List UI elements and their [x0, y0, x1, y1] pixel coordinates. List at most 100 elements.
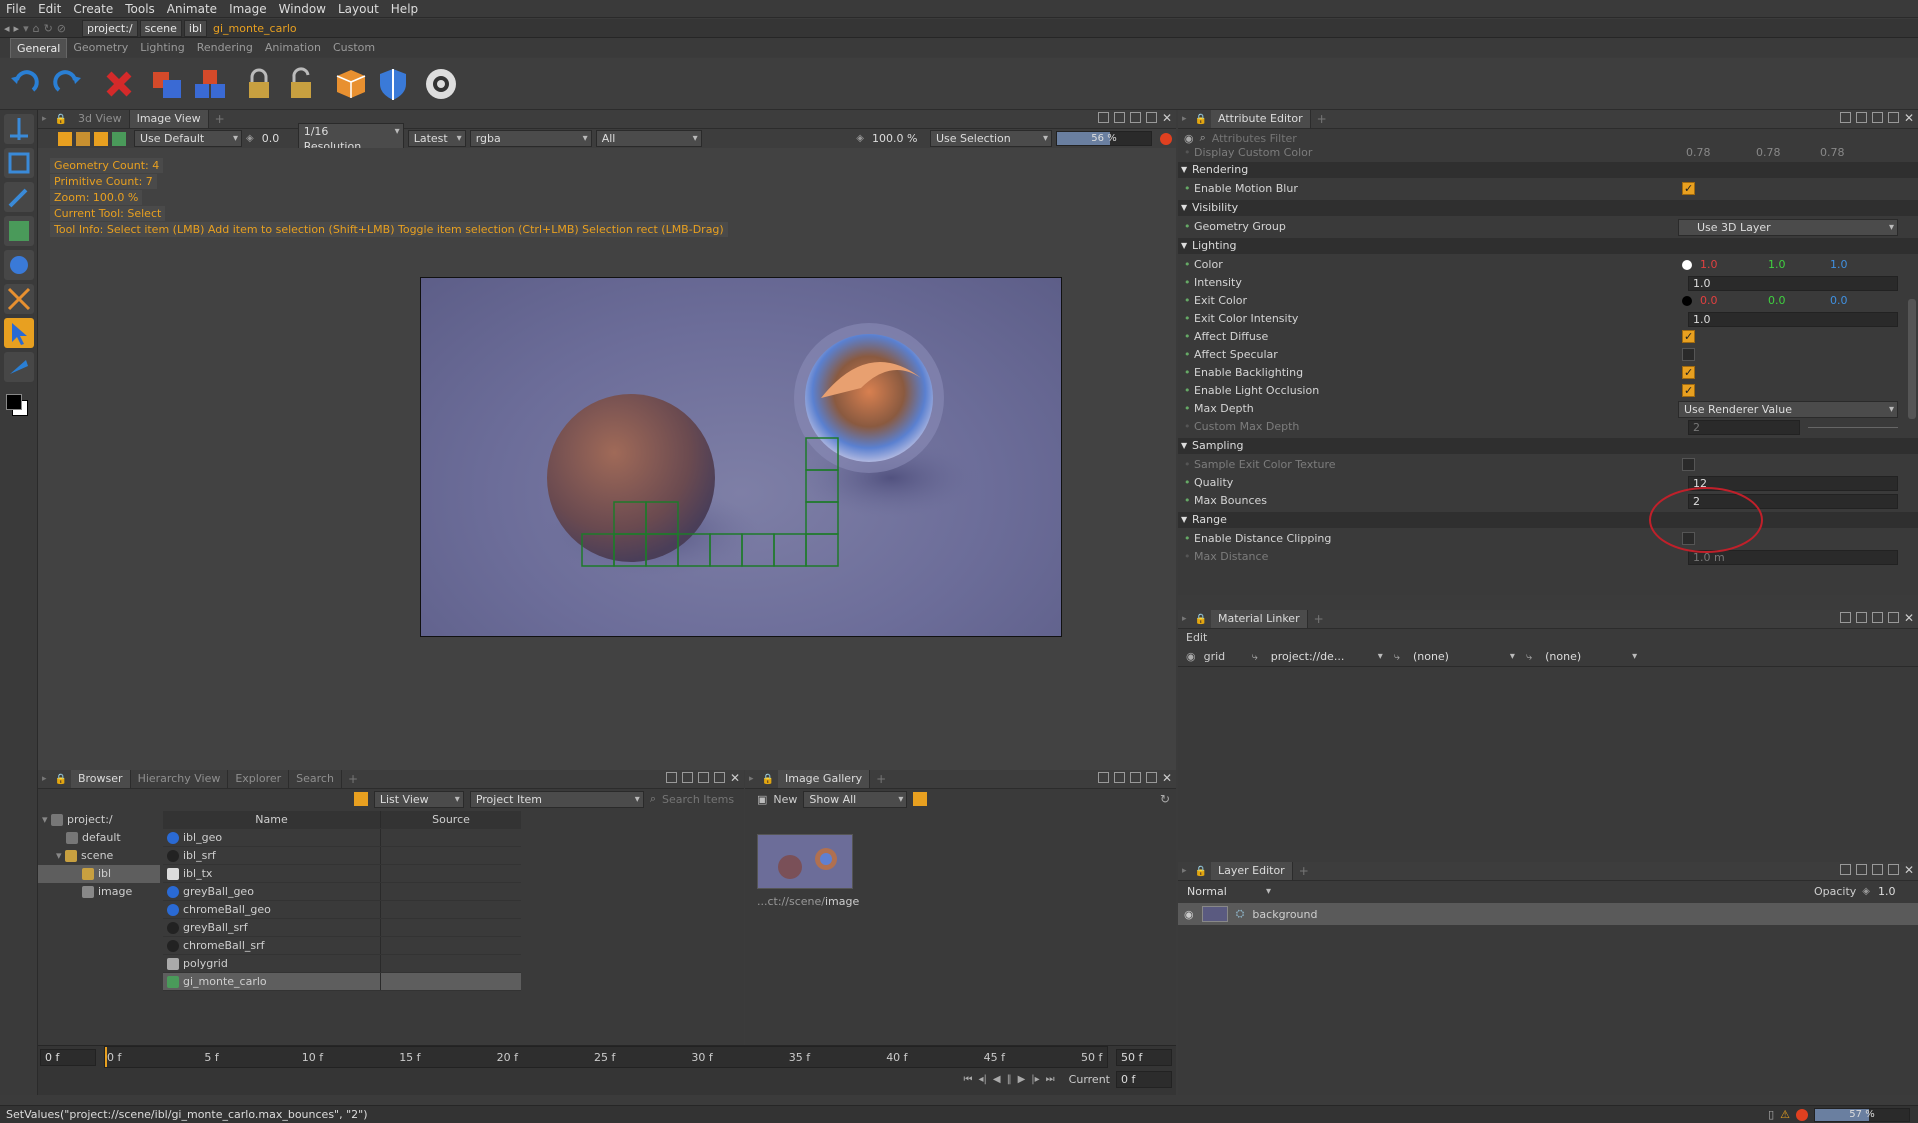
- play-back-icon[interactable]: ◀: [993, 1074, 1001, 1085]
- add-tab-icon[interactable]: +: [342, 772, 364, 786]
- max-distance-field[interactable]: 1.0 m: [1688, 550, 1898, 565]
- split-h-icon[interactable]: [1113, 772, 1125, 783]
- tree-item[interactable]: default: [38, 829, 160, 847]
- delete-icon[interactable]: [101, 66, 137, 102]
- rendered-image[interactable]: [420, 277, 1062, 637]
- close-icon[interactable]: ✕: [730, 772, 740, 784]
- exit-intensity-field[interactable]: 1.0: [1688, 312, 1898, 327]
- add-tab-icon[interactable]: +: [1311, 112, 1333, 126]
- tree-item[interactable]: ▾ scene: [38, 847, 160, 865]
- tab-search[interactable]: Search: [289, 770, 342, 788]
- warning-icon[interactable]: ⚠: [1780, 1108, 1790, 1121]
- add-tab-icon[interactable]: +: [209, 112, 231, 126]
- link-icon[interactable]: ⤷: [1252, 650, 1258, 664]
- duplicate-icon[interactable]: [149, 66, 185, 102]
- select-tool-icon[interactable]: [4, 318, 34, 348]
- exposure-field[interactable]: 0.0: [258, 131, 294, 146]
- link-icon[interactable]: ⤷: [1394, 650, 1400, 664]
- split-h-icon[interactable]: [1855, 612, 1867, 623]
- maximize-icon[interactable]: [1145, 772, 1157, 783]
- menu-animate[interactable]: Animate: [161, 0, 223, 18]
- move-tool-icon[interactable]: [4, 114, 34, 144]
- shelf-tab-animation[interactable]: Animation: [259, 38, 327, 57]
- undo-icon[interactable]: [7, 66, 43, 102]
- back-icon[interactable]: ◂: [4, 22, 10, 35]
- browser-search-input[interactable]: [662, 792, 736, 806]
- table-row[interactable]: ibl_srf: [163, 847, 521, 865]
- eye-icon[interactable]: ◉: [1184, 908, 1194, 921]
- exit-b-value[interactable]: 0.0: [1830, 292, 1848, 310]
- lock-panel-icon[interactable]: 🔒: [51, 114, 71, 125]
- refresh-icon[interactable]: ↻: [44, 22, 53, 35]
- new-image-icon[interactable]: ▣: [757, 793, 767, 806]
- collapse-icon[interactable]: ▸: [1178, 614, 1191, 624]
- layer-select[interactable]: All: [595, 130, 702, 147]
- table-row[interactable]: ibl_tx: [163, 865, 521, 883]
- shelf-tab-lighting[interactable]: Lighting: [134, 38, 190, 57]
- shelf-tab-rendering[interactable]: Rendering: [191, 38, 259, 57]
- split-v-icon[interactable]: [1871, 864, 1883, 875]
- attr-scrollbar[interactable]: [1908, 299, 1916, 419]
- channel-r-icon[interactable]: [58, 131, 72, 146]
- collapse-icon[interactable]: ▸: [38, 774, 51, 784]
- section-lighting[interactable]: Lighting: [1178, 238, 1918, 254]
- redo-icon[interactable]: [49, 66, 85, 102]
- item-filter-select[interactable]: Project Item: [469, 790, 644, 808]
- light-tool-icon[interactable]: [4, 250, 34, 280]
- menu-edit[interactable]: Edit: [32, 0, 67, 18]
- play-icon[interactable]: ▶: [1018, 1074, 1026, 1085]
- color-r-value[interactable]: 1.0: [1700, 256, 1718, 274]
- lock-panel-icon[interactable]: 🔒: [1191, 114, 1211, 125]
- breadcrumb-ibl[interactable]: ibl: [183, 19, 208, 37]
- maximize-icon[interactable]: [713, 772, 725, 783]
- pause-icon[interactable]: ‖: [1007, 1074, 1012, 1085]
- collapse-icon[interactable]: ▸: [745, 774, 758, 784]
- color-g-value[interactable]: 1.0: [1768, 256, 1786, 274]
- color-swatch[interactable]: [1682, 260, 1692, 270]
- maximize-icon[interactable]: [1887, 112, 1899, 123]
- col-name[interactable]: Name: [163, 811, 381, 828]
- menu-image[interactable]: Image: [223, 0, 273, 18]
- tab-attribute-editor[interactable]: Attribute Editor: [1210, 110, 1311, 128]
- split-h-icon[interactable]: [1113, 112, 1125, 123]
- section-sampling[interactable]: Sampling: [1178, 438, 1918, 454]
- trash-icon[interactable]: ▯: [1768, 1108, 1774, 1121]
- close-icon[interactable]: ✕: [1162, 112, 1172, 124]
- layer-row[interactable]: ◉ ⛭ background: [1178, 903, 1918, 925]
- light-occlusion-checkbox[interactable]: [1682, 382, 1695, 400]
- affect-specular-checkbox[interactable]: [1682, 348, 1695, 361]
- intensity-field[interactable]: 1.0: [1688, 276, 1898, 291]
- maximize-icon[interactable]: [1887, 612, 1899, 623]
- table-row[interactable]: ibl_geo: [163, 829, 521, 847]
- split-icon[interactable]: [1097, 772, 1109, 783]
- max-depth-select[interactable]: Use Renderer Value: [1678, 401, 1898, 418]
- shelf-tab-custom[interactable]: Custom: [327, 38, 381, 57]
- color-b-value[interactable]: 1.0: [1830, 256, 1848, 274]
- split-v-icon[interactable]: [1871, 112, 1883, 123]
- gallery-filter-icon[interactable]: [913, 792, 928, 806]
- material-item-name[interactable]: grid: [1204, 650, 1244, 663]
- menu-file[interactable]: File: [0, 0, 32, 18]
- tab-image-view[interactable]: Image View: [129, 110, 209, 128]
- close-icon[interactable]: ✕: [1904, 112, 1914, 124]
- material-target-select[interactable]: (none): [1408, 649, 1518, 664]
- prev-key-icon[interactable]: ◂|: [978, 1074, 986, 1085]
- playhead[interactable]: [105, 1047, 107, 1067]
- gallery-thumbnail[interactable]: [757, 834, 853, 889]
- pick-tool-icon[interactable]: [4, 182, 34, 212]
- timeline-track[interactable]: 0 f 5 f 10 f 15 f 20 f 25 f 30 f 35 f 40 f 45 f 50…: [104, 1046, 1108, 1068]
- tab-image-gallery[interactable]: Image Gallery: [777, 770, 871, 788]
- first-frame-icon[interactable]: ⏮: [963, 1074, 972, 1085]
- tab-layer-editor[interactable]: Layer Editor: [1210, 862, 1293, 880]
- close-icon[interactable]: ✕: [1904, 864, 1914, 876]
- section-visibility[interactable]: Visibility: [1178, 200, 1918, 216]
- shelf-tab-general[interactable]: General: [10, 37, 68, 58]
- lock-panel-icon[interactable]: 🔒: [1191, 866, 1211, 877]
- display-select[interactable]: Use Default: [134, 130, 242, 147]
- menu-create[interactable]: Create: [67, 0, 119, 18]
- render-stop-icon[interactable]: [1796, 1108, 1808, 1121]
- custom-depth-slider[interactable]: [1808, 427, 1898, 428]
- exit-g-value[interactable]: 0.0: [1768, 292, 1786, 310]
- channel-b-icon[interactable]: [94, 131, 108, 146]
- current-frame-field[interactable]: 0 f: [1116, 1070, 1172, 1088]
